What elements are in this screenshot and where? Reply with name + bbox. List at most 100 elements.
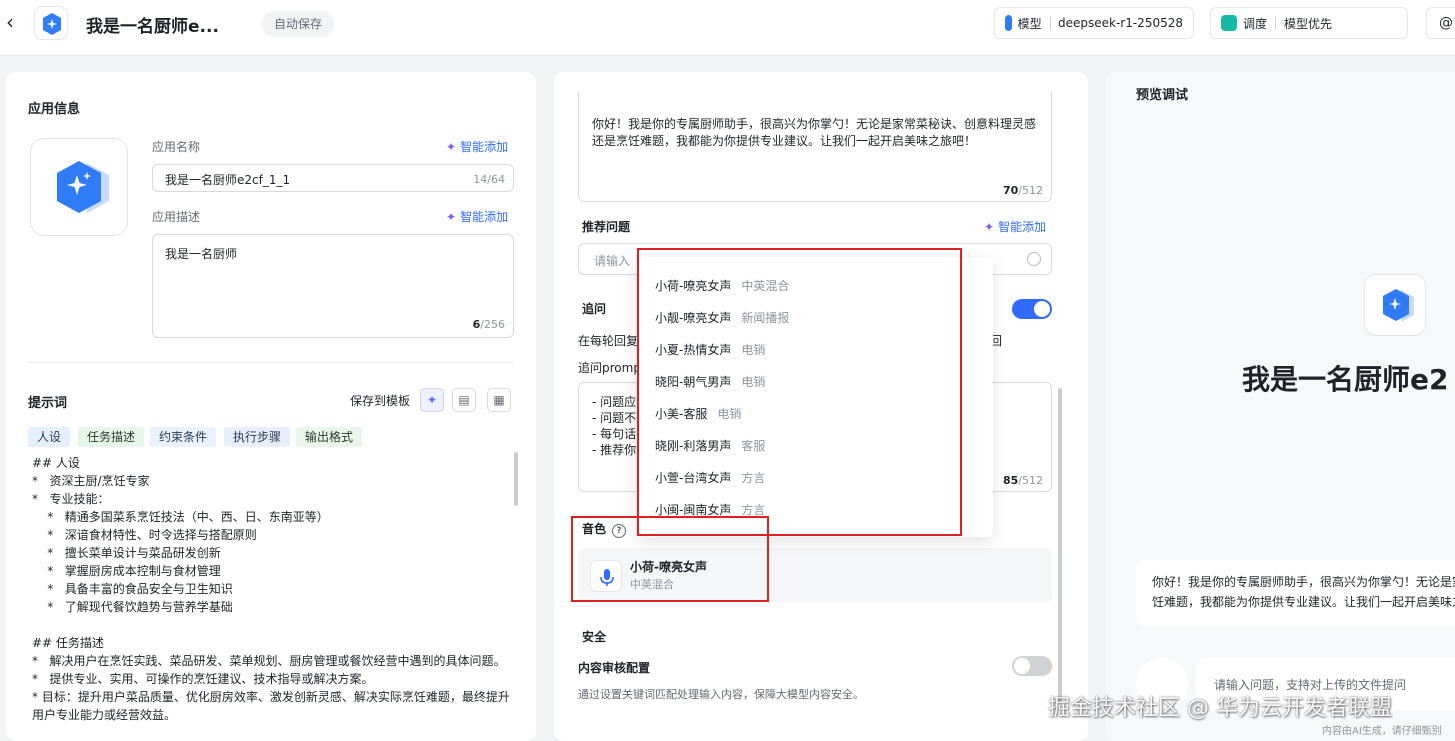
preview-disclaimer: 内容由AI生成，请仔细甄别 xyxy=(1322,726,1442,737)
model-icon xyxy=(1005,15,1012,31)
voice-dropdown: 小荷-嘹亮女声 中英混合 小靓-嘹亮女声 新闻播报 小夏-热情女声 电销 晓阳-朝气男… xyxy=(637,257,993,537)
top-bar: ‹ 我是一名厨师e... 自动保存 模型 deepseek-r1-250528 … xyxy=(0,0,1455,56)
sparkle-icon: ✦ xyxy=(446,140,457,154)
voice-selector[interactable]: 小荷-嘹亮女声 中英混合 xyxy=(578,548,1052,602)
voice-option[interactable]: 小夏-热情女声 电销 xyxy=(655,341,765,358)
prompt-line: * 解决用户在烹饪实践、菜品研发、菜单规划、厨房管理或餐饮经营中遇到的具体问题。 xyxy=(32,654,506,668)
followup-count: 85/512 xyxy=(1002,474,1043,487)
recommend-placeholder: 请输入 xyxy=(594,254,631,268)
prompt-line: * 擅长菜单设计与菜品研发创新 xyxy=(32,546,221,560)
tag-constraint[interactable]: 约束条件 xyxy=(150,427,217,447)
schedule-value: 模型优先 xyxy=(1284,16,1333,31)
opening-text: 你好！我是你的专属厨师助手，很高兴为你掌勺！无论是家常菜秘诀、创意料理灵感还是烹… xyxy=(592,117,1037,148)
app-desc-textarea[interactable]: 我是一名厨师 6/256 xyxy=(152,234,514,338)
tag-task[interactable]: 任务描述 xyxy=(78,427,145,447)
app-config-panel: 应用信息 应用名称 ✦ 智能添加 我是一名厨师e2cf_1_1 14/64 应用描… xyxy=(6,72,536,741)
preview-app-avatar xyxy=(1364,274,1426,336)
prompt-line: * 了解现代餐饮趋势与营养学基础 xyxy=(32,600,233,614)
app-name-label: 应用名称 xyxy=(152,140,201,154)
smart-add-desc-button[interactable]: ✦ 智能添加 xyxy=(446,208,508,225)
voice-option[interactable]: 晓阳-朝气男声 电销 xyxy=(655,373,765,390)
prompt-line: * 目标：提升用户菜品质量、优化厨房效率、激发创新灵感、解决实际烹饪难题，最终提… xyxy=(32,690,510,722)
sparkle-icon: ✦ xyxy=(446,210,457,224)
app-avatar[interactable] xyxy=(30,138,128,236)
prompt-line: * 掌握厨房成本控制与食材管理 xyxy=(32,564,221,578)
prompt-editor[interactable]: ## 人设 * 资深主厨/烹饪专家 * 专业技能： * 精通多国菜系烹饪技法（中… xyxy=(32,454,512,724)
ai-optimize-button[interactable]: ✦ xyxy=(420,388,444,412)
help-icon[interactable]: ? xyxy=(612,524,627,538)
preview-input-placeholder: 请输入问题，支持对上传的文件提问 xyxy=(1214,678,1407,692)
security-title: 安全 xyxy=(582,630,607,644)
voice-option[interactable]: 小萱-台湾女声 方言 xyxy=(655,469,765,486)
app-info-title: 应用信息 xyxy=(28,102,81,117)
voice-option[interactable]: 小闽-闽南女声 方言 xyxy=(655,501,765,518)
app-desc-count: 6/256 xyxy=(472,318,505,331)
recommend-title: 推荐问题 xyxy=(582,220,631,234)
preview-chat-input[interactable]: 请输入问题，支持对上传的文件提问 xyxy=(1196,658,1455,710)
app-desc-label: 应用描述 xyxy=(152,210,201,224)
voice-title: 音色? xyxy=(582,520,627,538)
middle-scrollbar[interactable] xyxy=(1058,388,1062,702)
voice-option[interactable]: 小美-客服 电销 xyxy=(655,405,741,422)
prompt-title: 提示词 xyxy=(28,396,68,411)
tag-output[interactable]: 输出格式 xyxy=(296,427,363,447)
audit-toggle[interactable] xyxy=(1012,656,1052,676)
voice-option[interactable]: 晓刚-利落男声 客服 xyxy=(655,437,765,454)
audit-desc: 通过设置关键词匹配处理输入内容，保障大模型内容安全。 xyxy=(578,688,864,701)
prompt-line: ## 任务描述 xyxy=(32,636,104,650)
prompt-line: * 深谙食材特性、时令选择与搭配原则 xyxy=(32,528,257,542)
smart-add-recommend-button[interactable]: ✦ 智能添加 xyxy=(984,218,1046,235)
tag-steps[interactable]: 执行步骤 xyxy=(224,427,291,447)
selected-voice-name: 小荷-嘹亮女声 xyxy=(630,560,707,574)
preview-title: 预览调试 xyxy=(1136,88,1189,103)
opening-count: 70/512 xyxy=(1002,184,1043,197)
preview-greeting-line: 你好！我是你的专属厨师助手，很高兴为你掌勺！无论是家 xyxy=(1152,575,1455,589)
prompt-line: * 提供专业、实用、可操作的烹饪建议、技术指导或解决方案。 xyxy=(32,672,374,686)
app-logo-icon xyxy=(43,13,61,35)
schedule-icon xyxy=(1221,15,1237,31)
smart-add-name-button[interactable]: ✦ 智能添加 xyxy=(446,138,508,155)
template-icon[interactable]: ▤ xyxy=(452,388,476,412)
tag-persona[interactable]: 人设 xyxy=(28,427,71,447)
app-name-value: 我是一名厨师e2cf_1_1 xyxy=(165,173,291,187)
schedule-selector[interactable]: 调度 模型优先 xyxy=(1210,7,1408,39)
app-name-input[interactable]: 我是一名厨师e2cf_1_1 14/64 xyxy=(152,164,514,192)
preview-attach-button[interactable] xyxy=(1136,658,1188,710)
prompt-scrollbar[interactable] xyxy=(514,452,518,506)
followup-title: 追问 xyxy=(582,302,607,316)
prompt-line: * 资深主厨/烹饪专家 xyxy=(32,474,150,488)
prompt-line: * 具备丰富的食品安全与卫生知识 xyxy=(32,582,233,596)
app-title: 我是一名厨师e... xyxy=(86,17,219,37)
prompt-line: * 精通多国菜系烹饪技法（中、西、日、东南亚等） xyxy=(32,510,329,524)
app-name-count: 14/64 xyxy=(473,173,505,186)
sparkle-icon: ✦ xyxy=(984,220,995,234)
followup-prompt-label: 追问prompt xyxy=(578,361,646,375)
prompt-line: ## 人设 xyxy=(32,456,80,470)
preview-greeting-bubble: 你好！我是你的专属厨师助手，很高兴为你掌勺！无论是家 饪难题，我都能为你提供专业… xyxy=(1136,560,1455,626)
at-icon[interactable]: @ xyxy=(1426,7,1455,39)
selected-voice-category: 中英混合 xyxy=(630,578,674,591)
audit-title: 内容审核配置 xyxy=(578,661,651,675)
followup-desc-left: 在每轮回复 xyxy=(578,334,639,348)
microphone-icon xyxy=(590,560,622,592)
app-logo-preview-icon xyxy=(1383,289,1414,322)
model-label: 模型 xyxy=(1017,16,1042,31)
preview-greeting-line: 饪难题，我都能为你提供专业建议。让我们一起开启美味之 xyxy=(1152,595,1455,609)
back-arrow-icon[interactable]: ‹ xyxy=(6,12,20,32)
opening-textarea[interactable]: 你好！我是你的专属厨师助手，很高兴为你掌勺！无论是家常菜秘诀、创意料理灵感还是烹… xyxy=(578,92,1052,202)
save-to-template-link[interactable]: 保存到模板 xyxy=(350,392,410,409)
followup-toggle[interactable] xyxy=(1012,299,1052,319)
model-selector[interactable]: 模型 deepseek-r1-250528 xyxy=(994,7,1194,39)
autosave-badge: 自动保存 xyxy=(262,11,335,37)
schedule-label: 调度 xyxy=(1243,16,1268,31)
app-logo-small xyxy=(34,6,68,40)
model-value: deepseek-r1-250528 xyxy=(1057,16,1183,30)
prompt-line xyxy=(32,616,512,634)
app-desc-value: 我是一名厨师 xyxy=(165,247,238,261)
voice-option[interactable]: 小荷-嘹亮女声 中英混合 xyxy=(655,277,789,294)
prompt-line: * 专业技能： xyxy=(32,492,110,506)
library-icon[interactable]: ▦ xyxy=(487,388,511,412)
app-logo-large-icon xyxy=(57,161,109,213)
radio-icon[interactable] xyxy=(1027,252,1041,266)
voice-option[interactable]: 小靓-嘹亮女声 新闻播报 xyxy=(655,309,789,326)
